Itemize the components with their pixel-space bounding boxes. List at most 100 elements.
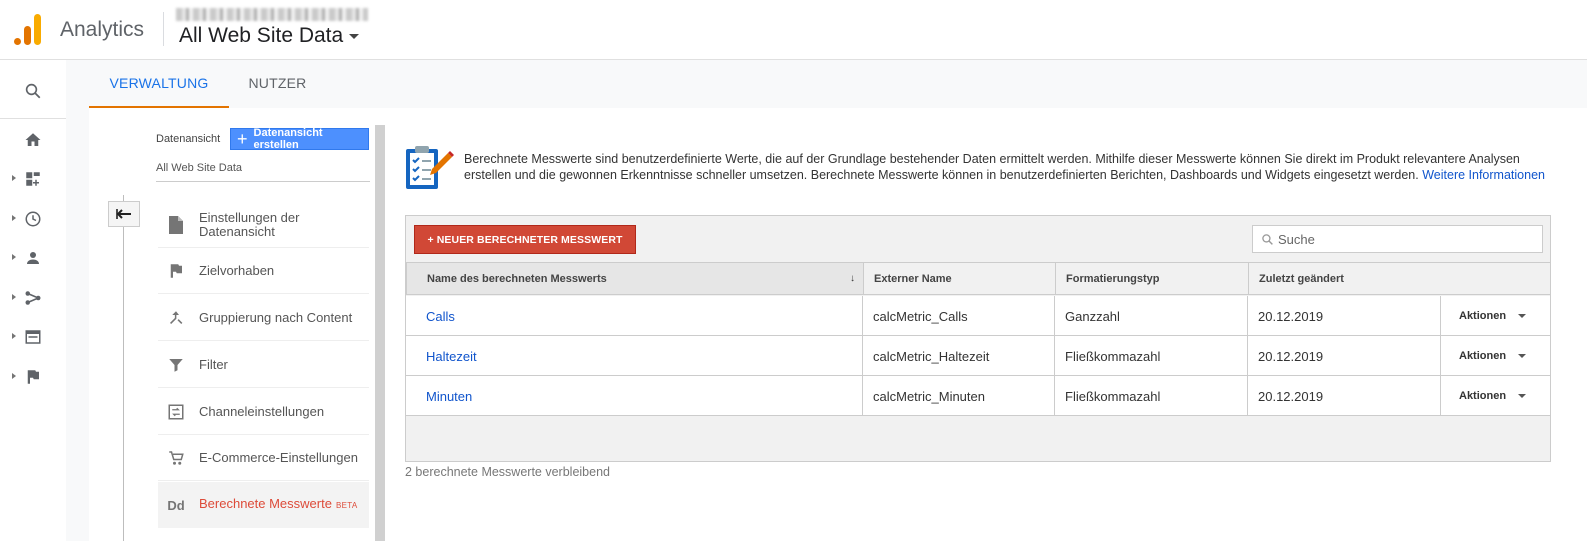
nav-divider <box>0 118 66 119</box>
calculated-metric-icon: Dd <box>167 497 185 513</box>
header-divider <box>163 12 164 46</box>
search-icon <box>1261 233 1274 246</box>
menu-label: Zielvorhaben <box>199 263 275 278</box>
column-header-label: Name des berechneten Messwerts <box>427 272 607 285</box>
flag-icon[interactable] <box>22 366 44 388</box>
actions-label: Aktionen <box>1459 310 1507 322</box>
account-name-redacted[interactable] <box>176 8 368 21</box>
format-type: Fließkommazahl <box>1055 376 1248 416</box>
search-icon[interactable] <box>22 80 44 102</box>
expand-arrow-icon[interactable] <box>12 333 16 339</box>
external-name: calcMetric_Haltezeit <box>863 336 1055 376</box>
last-modified: 20.12.2019 <box>1248 296 1441 336</box>
actions-label: Aktionen <box>1459 390 1507 402</box>
top-bar: Analytics All Web Site Data <box>0 0 1587 60</box>
menu-channel-settings[interactable]: Channeleinstellungen <box>158 389 369 435</box>
app-name: Analytics <box>60 18 145 41</box>
column-header-modified[interactable]: Zuletzt geändert <box>1248 262 1550 295</box>
expand-arrow-icon[interactable] <box>12 254 16 260</box>
expand-arrow-icon[interactable] <box>12 215 16 221</box>
cart-icon <box>158 449 194 467</box>
property-selector[interactable]: All Web Site Data <box>179 24 360 48</box>
metric-name-link[interactable]: Calls <box>406 296 863 336</box>
expand-arrow-icon[interactable] <box>12 373 16 379</box>
column-header-format[interactable]: Formatierungstyp <box>1055 262 1248 295</box>
actions-dropdown[interactable]: Aktionen <box>1459 296 1527 336</box>
actions-dropdown[interactable]: Aktionen <box>1459 336 1527 376</box>
intro-text: Berechnete Messwerte sind benutzerdefini… <box>464 152 1520 182</box>
admin-tabs: VERWALTUNG NUTZER <box>66 60 1587 108</box>
menu-label: Channeleinstellungen <box>199 403 325 419</box>
menu-ecommerce-settings[interactable]: E-Commerce-Einstellungen <box>158 436 369 481</box>
tab-nutzer[interactable]: NUTZER <box>229 60 326 108</box>
panel-connector-line <box>123 195 124 541</box>
create-view-button[interactable]: + Datenansicht erstellen <box>230 127 369 151</box>
last-modified: 20.12.2019 <box>1248 376 1441 416</box>
property-name: All Web Site Data <box>179 24 344 47</box>
external-name: calcMetric_Calls <box>863 296 1055 336</box>
menu-label: E-Commerce-Einstellungen <box>199 450 358 465</box>
plus-icon: + <box>237 129 248 149</box>
column-header-name[interactable]: Name des berechneten Messwerts ↓ <box>406 262 863 295</box>
format-type: Ganzzahl <box>1055 296 1248 336</box>
remaining-count: 2 berechnete Messwerte verbleibend <box>405 465 610 479</box>
menu-view-settings[interactable]: Einstellungen der Datenansicht <box>158 202 369 248</box>
chevron-down-icon <box>1518 354 1527 358</box>
view-label: Datenansicht <box>156 133 221 145</box>
menu-goals[interactable]: Zielvorhaben <box>158 249 369 294</box>
beta-badge: BETA <box>335 501 358 510</box>
behavior-icon[interactable] <box>22 326 44 348</box>
menu-label-text: Berechnete Messwerte <box>199 496 332 511</box>
search-input[interactable] <box>1278 231 1528 247</box>
sort-arrow-icon: ↓ <box>850 273 855 284</box>
menu-filter[interactable]: Filter <box>158 342 369 388</box>
view-selector[interactable]: All Web Site Data <box>156 162 242 174</box>
actions-label: Aktionen <box>1459 350 1507 362</box>
arrow-left-icon <box>116 209 131 219</box>
menu-label: Gruppierung nach Content <box>199 309 353 325</box>
dashboard-icon[interactable] <box>22 168 44 190</box>
document-icon <box>158 215 194 235</box>
menu-label: Einstellungen der Datenansicht <box>199 209 300 239</box>
left-nav <box>0 60 66 541</box>
back-button[interactable] <box>108 201 140 227</box>
table-row: Minuten calcMetric_Minuten Fließkommazah… <box>406 376 1550 416</box>
merge-icon <box>158 309 194 327</box>
menu-label: Filter <box>199 356 228 372</box>
gutter <box>66 108 89 541</box>
format-type: Fließkommazahl <box>1055 336 1248 376</box>
chevron-down-icon <box>349 33 360 39</box>
table-row: Haltezeit calcMetric_Haltezeit Fließkomm… <box>406 336 1550 376</box>
learn-more-link[interactable]: Weitere Informationen <box>1422 168 1545 182</box>
acquisition-icon[interactable] <box>22 287 44 309</box>
home-icon[interactable] <box>22 129 44 151</box>
column-header-external[interactable]: Externer Name <box>863 262 1055 295</box>
panel-scrollbar[interactable] <box>375 125 385 541</box>
chevron-down-icon <box>1518 314 1527 318</box>
last-modified: 20.12.2019 <box>1248 336 1441 376</box>
menu-label: Berechnete Messwerte BETA <box>199 497 357 513</box>
person-icon[interactable] <box>22 247 44 269</box>
actions-dropdown[interactable]: Aktionen <box>1459 376 1527 416</box>
metric-name-link[interactable]: Haltezeit <box>406 336 863 376</box>
expand-arrow-icon[interactable] <box>12 294 16 300</box>
intro-description: Berechnete Messwerte sind benutzerdefini… <box>464 152 1564 183</box>
menu-content-grouping[interactable]: Gruppierung nach Content <box>158 295 369 341</box>
flag-icon <box>158 262 194 280</box>
search-box <box>1252 225 1543 253</box>
menu-calculated-metrics[interactable]: Dd Berechnete Messwerte BETA <box>158 482 369 528</box>
new-calculated-metric-button[interactable]: + NEUER BERECHNETER MESSWERT <box>414 225 636 254</box>
filter-icon <box>158 356 194 374</box>
analytics-logo[interactable] <box>14 13 42 45</box>
channel-icon <box>158 403 194 421</box>
metric-name-link[interactable]: Minuten <box>406 376 863 416</box>
external-name: calcMetric_Minuten <box>863 376 1055 416</box>
clock-icon[interactable] <box>22 208 44 230</box>
create-view-label: Datenansicht erstellen <box>253 127 323 151</box>
table-row: Calls calcMetric_Calls Ganzzahl 20.12.20… <box>406 296 1550 336</box>
view-divider <box>156 181 370 182</box>
expand-arrow-icon[interactable] <box>12 175 16 181</box>
clipboard-icon <box>404 143 454 191</box>
tab-verwaltung[interactable]: VERWALTUNG <box>89 60 229 108</box>
chevron-down-icon <box>1518 394 1527 398</box>
